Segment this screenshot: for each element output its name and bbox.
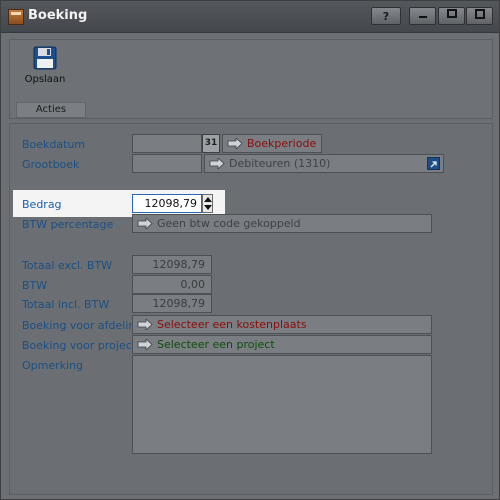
project-label: Boeking voor project [22,339,137,352]
grootboek-input[interactable] [132,154,202,173]
grootboek-text: Debiteuren (1310) [229,157,331,170]
calendar-button[interactable]: 31 [202,134,220,153]
title-bar[interactable]: Boeking ? [1,1,499,33]
arrow-right-icon [227,138,243,149]
minimize-icon [418,16,427,18]
help-button[interactable]: ? [371,7,401,25]
opmerking-label: Opmerking [22,359,84,372]
bedrag-spinner[interactable] [202,194,213,213]
maximize-icon [446,9,457,18]
grootboek-label: Grootboek [22,158,80,171]
totaal-incl-label: Totaal incl. BTW [22,298,110,311]
totaal-excl-label: Totaal excl. BTW [22,259,113,272]
boeking-window: Boeking ? Opslaan Acties Boekdatum 31 Bo… [0,0,500,500]
spin-down-icon[interactable] [204,205,212,210]
btw-field: 0,00 [132,275,212,294]
open-external-icon[interactable] [427,157,440,170]
arrow-right-icon [209,158,225,169]
opmerking-textarea[interactable] [132,355,432,454]
boekperiode-text: Boekperiode [247,137,317,150]
project-link[interactable]: Selecteer een project [132,335,432,354]
btw-label: BTW [22,279,48,292]
window-title: Boeking [28,8,88,23]
ribbon: Opslaan Acties [9,39,493,119]
maximize-button[interactable] [438,7,465,25]
save-label: Opslaan [24,74,66,85]
boekdatum-input[interactable] [132,134,202,153]
close-button[interactable] [466,7,493,25]
booking-form: Boekdatum 31 Boekperiode Grootboek Debit… [9,123,493,495]
minimize-button[interactable] [409,7,436,25]
boekdatum-label: Boekdatum [22,138,86,151]
floppy-disk-icon [33,46,57,70]
spin-up-icon[interactable] [204,197,212,202]
totaal-excl-field: 12098,79 [132,255,212,274]
arrow-right-icon [137,339,153,350]
app-icon [8,9,24,25]
afdeling-label: Boeking voor afdeling [22,319,143,332]
kostenplaats-text: Selecteer een kostenplaats [157,318,307,331]
btw-code-link[interactable]: Geen btw code gekoppeld [132,214,432,233]
totaal-incl-field: 12098,79 [132,294,212,313]
close-icon [474,9,485,19]
calendar-icon: 31 [204,138,218,148]
kostenplaats-link[interactable]: Selecteer een kostenplaats [132,315,432,334]
bedrag-input[interactable]: 12098,79 [132,194,202,213]
boekperiode-link[interactable]: Boekperiode [222,134,322,153]
arrow-right-icon [137,319,153,330]
btw-code-text: Geen btw code gekoppeld [157,217,301,230]
arrow-right-icon [137,218,153,229]
btw-percentage-label: BTW percentage [22,218,114,231]
save-button[interactable]: Opslaan [20,44,70,85]
ribbon-group-label: Acties [16,102,86,118]
project-text: Selecteer een project [157,338,275,351]
bedrag-label: Bedrag [22,198,62,211]
grootboek-link[interactable]: Debiteuren (1310) [204,154,444,173]
